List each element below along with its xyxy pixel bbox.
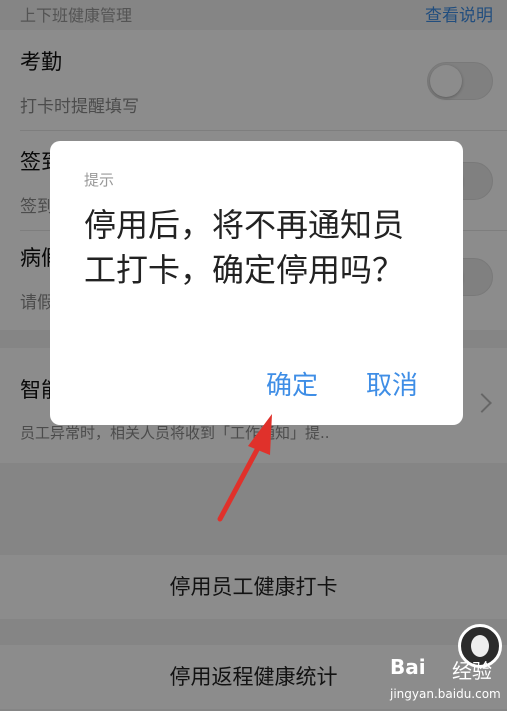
baidu-jingyan-watermark: Bai 经验 jingyan.baidu.com <box>390 655 502 709</box>
watermark-logo: Bai <box>390 655 426 679</box>
annotation-arrow-icon <box>217 414 272 522</box>
watermark-url: jingyan.baidu.com <box>390 687 501 701</box>
support-avatar-icon <box>471 635 489 657</box>
watermark-name: 经验 <box>452 659 492 683</box>
